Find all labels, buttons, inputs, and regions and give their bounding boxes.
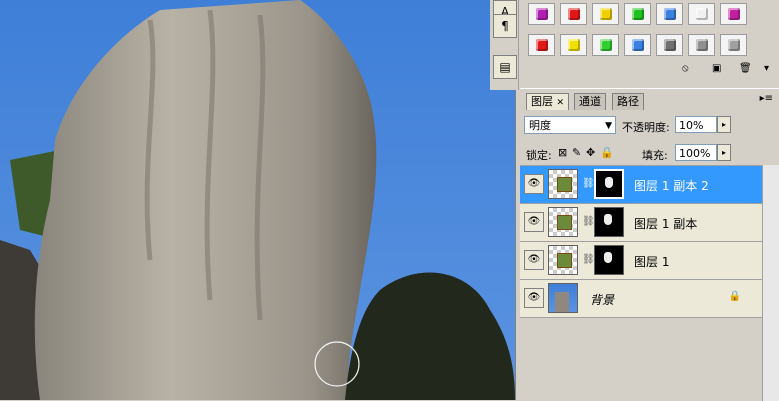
opacity-slider-button[interactable]: ▸ [717,116,731,133]
tab-channels[interactable]: 通道 [574,93,606,110]
style-swatch[interactable] [688,3,715,25]
styles-footer: ⦸ ▣ 🗑 ▾ [520,62,779,78]
style-swatch[interactable] [656,34,683,56]
background-thumbnail [548,283,578,313]
layer-mask-thumbnail[interactable] [594,207,624,237]
layer-mask-thumbnail[interactable] [594,245,624,275]
panel-dock: A ¶ ▤ [490,0,519,90]
style-swatch[interactable] [592,3,619,25]
layer-thumbnail [548,169,578,199]
layer-row[interactable]: 👁 ⛓ 图层 1 [520,241,779,279]
lock-position-icon[interactable]: ✥ [586,146,595,159]
lock-all-icon[interactable]: 🔒 [600,146,614,159]
fill-field[interactable]: 100% [675,144,717,161]
visibility-eye-icon[interactable]: 👁 [524,212,544,232]
visibility-eye-icon[interactable]: 👁 [524,174,544,194]
document-canvas[interactable] [0,0,516,400]
style-swatch[interactable] [592,34,619,56]
style-swatch[interactable] [528,34,555,56]
opacity-field[interactable]: 10% [675,116,717,133]
link-chain-icon[interactable]: ⛓ [582,254,595,265]
style-swatch[interactable] [720,3,747,25]
chevron-down-icon: ▼ [605,121,612,131]
link-chain-icon[interactable]: ⛓ [582,178,595,189]
layer-row[interactable]: 👁 ⛓ 图层 1 副本 [520,203,779,241]
panel-menu-icon[interactable]: ▸≡ [760,93,773,104]
visibility-eye-icon[interactable]: 👁 [524,250,544,270]
layer-thumbnail [548,207,578,237]
layers-scrollbar[interactable] [762,165,779,401]
blend-mode-select[interactable]: 明度 ▼ [524,116,616,134]
close-icon[interactable]: ✕ [557,98,565,108]
style-swatch[interactable] [560,34,587,56]
style-swatch[interactable] [624,3,651,25]
layer-row[interactable]: 👁 背景 🔒 [520,279,779,317]
lock-transparent-icon[interactable]: ⊠ [558,146,567,159]
fill-slider-button[interactable]: ▸ [717,144,731,161]
layer-thumbnail [548,245,578,275]
opacity-label: 不透明度: [622,121,670,134]
panel-tabs: 图层 ✕ 通道 路径 ▸≡ [520,91,779,111]
rock-photo [0,0,515,400]
scroll-down-icon[interactable]: ▾ [764,63,769,74]
blend-mode-value: 明度 [529,119,551,132]
notes-icon[interactable]: ▤ [493,55,517,79]
lock-icon: 🔒 [728,291,741,302]
link-chain-icon[interactable]: ⛓ [582,216,595,227]
layer-mask-thumbnail[interactable] [594,169,624,199]
layer-name: 图层 1 副本 2 [634,179,709,193]
fill-label: 填充: [642,149,668,162]
layer-name: 背景 [590,293,615,307]
visibility-eye-icon[interactable]: 👁 [524,288,544,308]
no-style-icon[interactable]: ⦸ [682,63,689,74]
layers-panel: 图层 ✕ 通道 路径 ▸≡ 明度 ▼ 不透明度: 10% ▸ 锁定: ⊠ ✎ ✥… [520,88,779,401]
style-swatch[interactable] [624,34,651,56]
lock-paint-icon[interactable]: ✎ [572,146,581,159]
tab-layers-label: 图层 [531,95,553,108]
lock-label: 锁定: [526,149,552,162]
style-swatch[interactable] [720,34,747,56]
new-style-icon[interactable]: ▣ [712,63,721,74]
tab-layers[interactable]: 图层 ✕ [526,93,570,110]
layer-row[interactable]: 👁 ⛓ 图层 1 副本 2 [520,165,779,203]
layer-name: 图层 1 [634,255,670,269]
delete-style-icon[interactable]: 🗑 [739,63,752,74]
layer-name: 图层 1 副本 [634,217,698,231]
style-swatch[interactable] [688,34,715,56]
paragraph-icon[interactable]: ¶ [493,14,517,38]
style-swatch[interactable] [560,3,587,25]
style-swatch[interactable] [656,3,683,25]
tab-paths[interactable]: 路径 [612,93,644,110]
style-swatch[interactable] [528,3,555,25]
